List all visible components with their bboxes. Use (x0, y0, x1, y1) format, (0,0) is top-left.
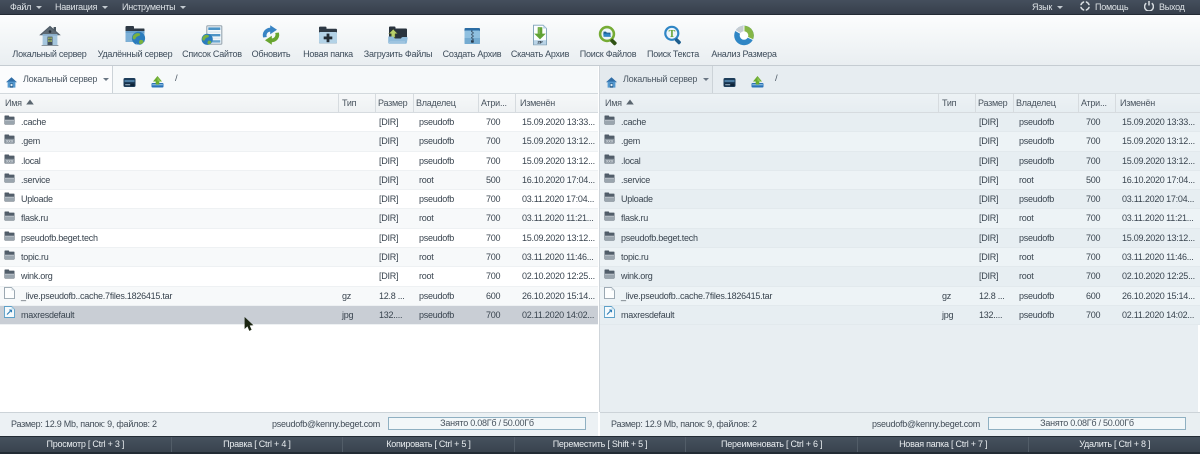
svg-text:xxx: xxx (606, 159, 614, 163)
svg-text:xxx: xxx (606, 140, 614, 144)
svg-text:xxx: xxx (6, 159, 14, 163)
svg-text:xxx: xxx (6, 140, 14, 144)
